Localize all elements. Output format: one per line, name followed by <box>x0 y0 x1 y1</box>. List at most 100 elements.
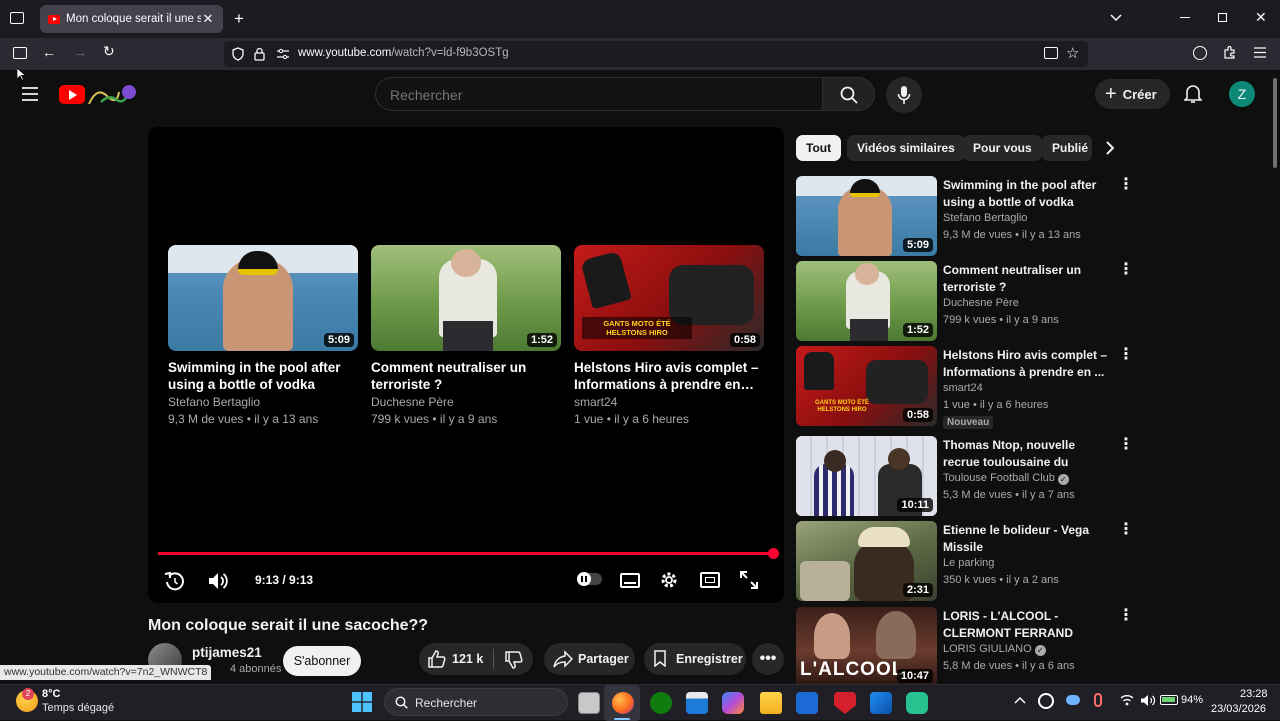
file-explorer-icon[interactable] <box>760 692 782 714</box>
endscreen-video-card[interactable]: 1:52 Comment neutraliser un terroriste ?… <box>371 245 561 427</box>
theater-mode-icon[interactable] <box>700 572 720 588</box>
clock-date[interactable]: 23/03/2026 <box>1211 703 1266 715</box>
share-button[interactable]: Partager <box>544 643 635 675</box>
list-item[interactable]: 1:52 Comment neutraliser un terroriste ?… <box>796 261 1140 341</box>
more-vertical-icon[interactable]: ⋮ <box>1118 262 1134 278</box>
video-title[interactable]: Thomas Ntop, nouvelle recrue toulousaine… <box>943 437 1115 471</box>
autoplay-toggle[interactable] <box>577 572 602 586</box>
firefox-icon[interactable] <box>612 692 634 714</box>
more-vertical-icon[interactable]: ⋮ <box>1118 347 1134 363</box>
mail-icon[interactable] <box>870 692 892 714</box>
video-thumbnail[interactable]: L'ALCOOL 10:47 <box>796 607 937 684</box>
more-vertical-icon[interactable]: ⋮ <box>1118 608 1134 624</box>
notifications-bell-icon[interactable] <box>1184 84 1202 104</box>
video-title[interactable]: LORIS - L'ALCOOL - CLERMONT FERRAND <box>943 608 1115 642</box>
youtube-logo[interactable] <box>59 82 139 108</box>
voice-search-button[interactable] <box>886 77 922 113</box>
save-button[interactable]: Enregistrer <box>644 643 746 675</box>
video-player[interactable]: 5:09 Swimming in the pool after using a … <box>148 127 784 603</box>
picture-in-picture-icon[interactable] <box>1044 47 1058 59</box>
back-icon[interactable]: ← <box>42 44 56 60</box>
chip-for-you[interactable]: Pour vous <box>963 135 1042 161</box>
wifi-icon[interactable] <box>1120 694 1134 706</box>
volume-icon[interactable] <box>208 571 230 591</box>
url-bar[interactable]: www.youtube.com/watch?v=ld-f9b3OSTg ☆ <box>224 41 1088 67</box>
xbox-icon[interactable] <box>650 692 672 714</box>
guide-menu-icon[interactable] <box>22 87 38 101</box>
chip-related[interactable]: Vidéos similaires <box>847 135 965 161</box>
sidebar-toggle-icon[interactable] <box>13 47 27 59</box>
mcafee-icon[interactable] <box>834 692 856 714</box>
endscreen-title[interactable]: Helstons Hiro avis complet – Information… <box>574 359 764 393</box>
endscreen-thumbnail[interactable]: GANTS MOTO ÉTÉ HELSTONS HIRO 0:58 <box>574 245 764 351</box>
clock-time[interactable]: 23:28 <box>1240 688 1268 700</box>
minimize-icon[interactable] <box>1180 17 1190 18</box>
subtitles-icon[interactable] <box>620 573 640 588</box>
chevron-up-icon[interactable] <box>1014 695 1026 705</box>
sync-icon[interactable] <box>1038 693 1054 709</box>
speaker-icon[interactable] <box>1140 694 1156 707</box>
subscribe-button[interactable]: S'abonner <box>283 646 361 676</box>
chevron-right-icon[interactable] <box>1104 141 1116 155</box>
search-button[interactable] <box>822 77 875 111</box>
tab-list-icon[interactable] <box>10 12 24 24</box>
more-actions-button[interactable]: ••• <box>752 643 784 675</box>
list-item[interactable]: GANTS MOTO ÉTÉ HELSTONS HIRO 0:58 Helsto… <box>796 346 1140 429</box>
list-all-tabs-icon[interactable] <box>1109 10 1123 24</box>
page-scrollbar[interactable] <box>1273 78 1277 168</box>
endscreen-video-card[interactable]: GANTS MOTO ÉTÉ HELSTONS HIRO 0:58 Helsto… <box>574 245 764 427</box>
video-title[interactable]: Helstons Hiro avis complet – Information… <box>943 347 1115 381</box>
replay-icon[interactable] <box>164 570 186 592</box>
account-icon[interactable] <box>1193 46 1207 60</box>
extensions-icon[interactable] <box>1222 44 1238 60</box>
new-tab-icon[interactable]: + <box>234 9 244 29</box>
video-thumbnail[interactable]: 10:11 <box>796 436 937 516</box>
list-item[interactable]: 10:11 Thomas Ntop, nouvelle recrue toulo… <box>796 436 1140 516</box>
battery-icon[interactable] <box>1160 695 1178 705</box>
endscreen-thumbnail[interactable]: 1:52 <box>371 245 561 351</box>
like-button[interactable] <box>427 649 447 669</box>
close-window-icon[interactable]: ✕ <box>1255 9 1267 26</box>
create-button[interactable]: + Créer <box>1095 79 1170 109</box>
scrubber-handle[interactable] <box>768 548 779 559</box>
vscode-icon[interactable] <box>796 692 818 714</box>
video-title[interactable]: Comment neutraliser un terroriste ? <box>943 262 1115 296</box>
endscreen-video-card[interactable]: 5:09 Swimming in the pool after using a … <box>168 245 358 427</box>
copilot-icon[interactable] <box>722 692 744 714</box>
avatar[interactable]: Z <box>1229 81 1255 107</box>
settings-gear-icon[interactable] <box>659 570 679 590</box>
video-title[interactable]: Etienne le bolideur - Vega Missile <box>943 522 1115 556</box>
reload-icon[interactable]: ↻ <box>103 43 115 60</box>
search-box[interactable] <box>375 77 823 111</box>
chip-all[interactable]: Tout <box>796 135 842 161</box>
restore-icon[interactable] <box>1218 13 1227 22</box>
channel-name[interactable]: ptijames21 <box>192 645 262 660</box>
taskbar-search[interactable]: Rechercher <box>384 688 568 716</box>
list-item[interactable]: 5:09 Swimming in the pool after using a … <box>796 176 1140 256</box>
video-title[interactable]: Swimming in the pool after using a bottl… <box>943 177 1115 211</box>
video-thumbnail[interactable]: GANTS MOTO ÉTÉ HELSTONS HIRO 0:58 <box>796 346 937 426</box>
more-vertical-icon[interactable]: ⋮ <box>1118 437 1134 453</box>
list-item[interactable]: L'ALCOOL 10:47 LORIS - L'ALCOOL - CLERMO… <box>796 607 1140 684</box>
browser-tab[interactable]: Mon coloque serait il une sacoche ✕ <box>40 5 223 33</box>
app-menu-icon[interactable] <box>1254 47 1266 58</box>
video-thumbnail[interactable]: 2:31 <box>796 521 937 601</box>
endscreen-thumbnail[interactable]: 5:09 <box>168 245 358 351</box>
list-item[interactable]: 2:31 Etienne le bolideur - Vega Missile … <box>796 521 1140 601</box>
permissions-icon[interactable] <box>276 47 290 61</box>
video-thumbnail[interactable]: 5:09 <box>796 176 937 256</box>
cloud-icon[interactable] <box>1066 695 1080 705</box>
task-view-icon[interactable] <box>578 692 600 714</box>
dislike-button[interactable] <box>504 650 524 670</box>
microphone-icon[interactable] <box>1094 693 1102 707</box>
windows-start-icon[interactable] <box>352 692 372 712</box>
fullscreen-icon[interactable] <box>740 571 758 589</box>
chip-published[interactable]: Publié <box>1042 135 1092 161</box>
video-thumbnail[interactable]: 1:52 <box>796 261 937 341</box>
shield-icon[interactable] <box>232 47 244 61</box>
bookmark-star-icon[interactable]: ☆ <box>1066 44 1079 62</box>
store-icon[interactable] <box>686 692 708 714</box>
app-icon[interactable] <box>906 692 928 714</box>
progress-bar[interactable] <box>158 552 774 555</box>
more-vertical-icon[interactable]: ⋮ <box>1118 522 1134 538</box>
